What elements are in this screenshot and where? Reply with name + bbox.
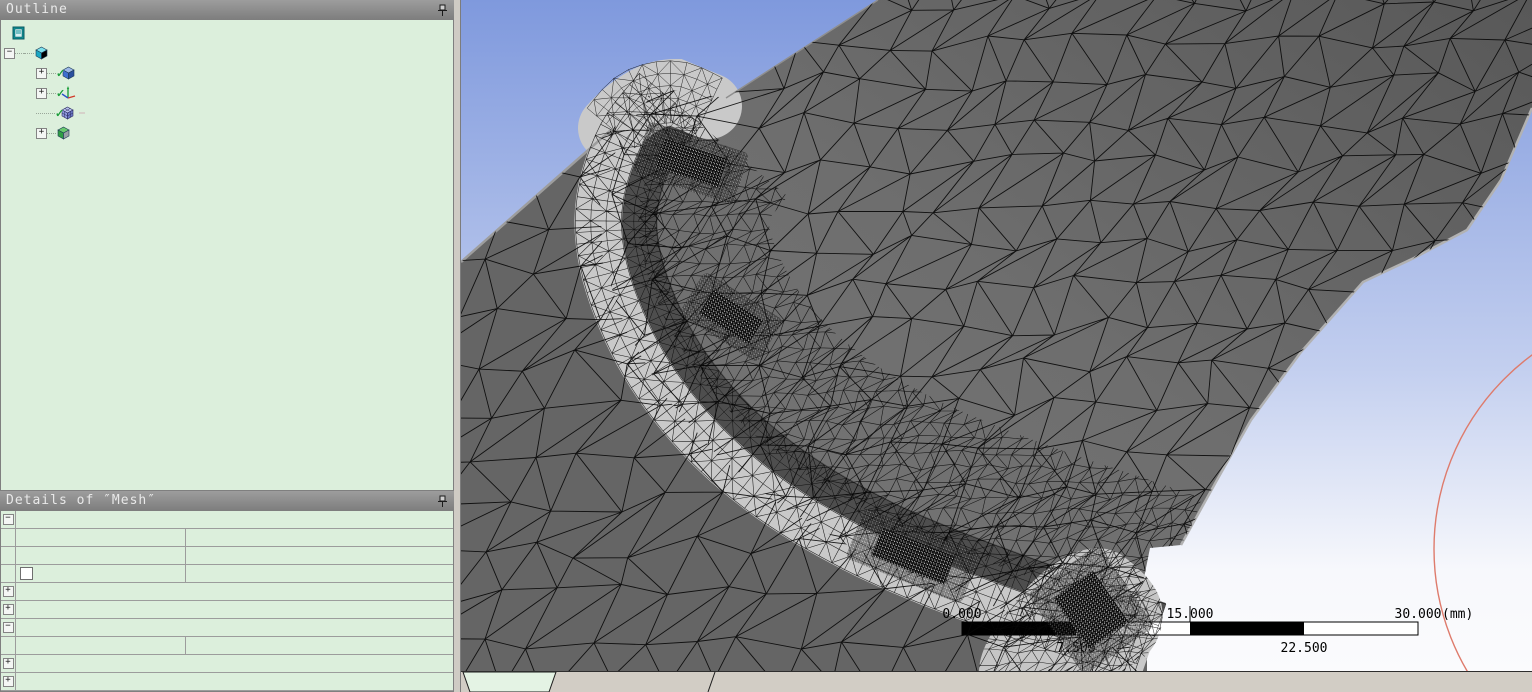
expand-icon[interactable]: + [2,658,14,669]
graphics-column: 0.000 15.000 30.000 (mm) 7.500 22.500 [461,0,1532,692]
gutter-cell [1,565,16,582]
view-tabstrip [461,671,1532,692]
category-row-advanced[interactable]: + [1,655,454,673]
property-name [16,565,186,582]
property-value[interactable] [186,547,453,564]
tree-item-mesh[interactable]: ✓ [1,103,453,123]
property-row-relevance [1,565,454,583]
expand-icon[interactable]: + [36,87,47,99]
relevance-checkbox[interactable] [20,567,33,580]
gutter-cell [1,547,16,564]
collapse-icon[interactable]: − [4,47,15,59]
category-label [16,583,453,600]
tree-item-label [53,52,59,54]
property-value[interactable] [186,637,453,654]
expand-icon[interactable]: + [36,67,47,79]
3d-viewport[interactable]: 0.000 15.000 30.000 (mm) 7.500 22.500 [461,0,1532,672]
tree-item-model-b3-[interactable]: − [1,43,453,63]
tree-item-coordinate-systems[interactable]: + ✓ [1,83,453,103]
category-label [16,619,453,636]
property-value[interactable] [186,529,453,546]
gutter-cell [1,637,16,654]
category-label [16,655,453,672]
property-name [16,637,186,654]
tree-connector [47,72,56,74]
tree-connector [15,52,24,54]
category-label [16,601,453,618]
svg-text:15.000: 15.000 [1167,607,1214,622]
gutter-cell: + [1,601,16,618]
category-row-defeaturing[interactable]: + [1,673,454,691]
tree-item-geometry[interactable]: + ✓ [1,63,453,83]
tree-connector [47,132,56,134]
outline-tree: − + ✓ + ✓ ✓ + [0,20,455,491]
check-icon: ✓ [56,87,66,100]
category-row-inflation[interactable]: + [1,601,454,619]
property-row-triangle-surface-mesher [1,637,454,655]
tree-item-label [79,112,86,114]
gutter-cell [1,529,16,546]
pin-icon[interactable] [437,495,448,508]
tree-connector [24,52,34,54]
property-name [16,529,186,546]
check-icon: ✓ [56,67,66,80]
category-row-sizing[interactable]: + [1,583,454,601]
tree-item-named-selections[interactable]: + [1,123,453,143]
svg-text:22.500: 22.500 [1281,641,1328,656]
expand-icon[interactable]: + [36,127,47,139]
tree-item-label [80,92,86,94]
model-icon [34,46,53,60]
gutter-cell: + [1,583,16,600]
expand-icon[interactable]: + [2,676,14,687]
outline-titlebar: Outline [0,0,455,20]
details-panel: Details of ″Mesh″ − + + − + + [0,491,455,692]
tree-item-label [30,32,36,34]
project-icon [11,26,30,40]
panel-splitter[interactable] [454,0,461,692]
category-label [16,673,453,690]
category-row-defaults[interactable]: − [1,511,454,529]
property-row-solver-preference [1,547,454,565]
details-title: Details of ″Mesh″ [6,493,157,508]
details-table: − + + − + + [0,511,455,692]
gutter-cell: + [1,673,16,690]
svg-text:30.000: 30.000 [1395,607,1442,622]
check-icon: ✓ [55,107,65,120]
gutter-cell: + [1,655,16,672]
collapse-icon[interactable]: − [2,514,14,525]
tree-item-label [75,132,81,134]
tree-connector [36,112,55,114]
gutter-cell: − [1,619,16,636]
expand-icon[interactable]: + [2,586,14,597]
tree-connector [47,92,56,94]
property-name [16,547,186,564]
svg-text:(mm): (mm) [1442,607,1473,622]
gutter-cell: − [1,511,16,528]
property-value[interactable] [186,565,453,582]
named-selections-icon [56,126,75,140]
pin-icon[interactable] [437,4,448,17]
expand-icon[interactable]: + [2,604,14,615]
mesh-scene: 0.000 15.000 30.000 (mm) 7.500 22.500 [461,0,1532,672]
details-titlebar: Details of ″Mesh″ [0,491,455,511]
outline-title: Outline [6,2,68,17]
tab-shapes [462,672,716,692]
left-panel-column: Outline − + ✓ + ✓ ✓ + Details of ″Mesh″ − + + − + + [0,0,455,692]
category-row-patch-conforming-options[interactable]: − [1,619,454,637]
tree-item-label [80,72,86,74]
category-label [16,511,453,528]
tree-item-project[interactable] [1,23,453,43]
collapse-icon[interactable]: − [2,622,14,633]
property-row-physics-preference [1,529,454,547]
outline-panel: Outline − + ✓ + ✓ ✓ + [0,0,455,491]
